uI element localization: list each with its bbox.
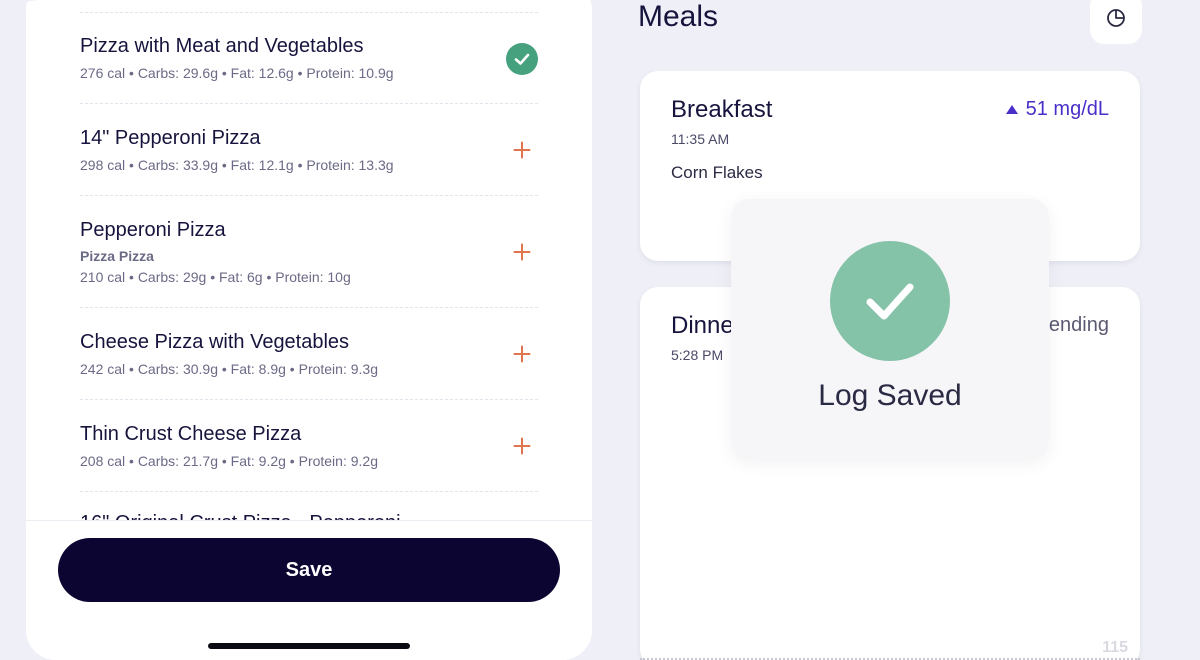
- food-macros: 298 cal • Carbs: 33.9g • Fat: 12.1g • Pr…: [80, 157, 394, 173]
- chart-axis-value: 115: [1102, 639, 1128, 656]
- food-name: Pizza with Meat and Vegetables: [80, 35, 364, 57]
- plus-icon: [513, 141, 531, 159]
- food-item[interactable]: Thin Crust Cheese Pizza 208 cal • Carbs:…: [80, 400, 538, 492]
- food-results-list[interactable]: Pizza with Meat and Vegetables 276 cal •…: [58, 0, 560, 520]
- triangle-up-icon: [1005, 105, 1018, 114]
- meal-name: Breakfast: [671, 96, 773, 123]
- add-food-button[interactable]: [510, 342, 534, 366]
- page-title: Meals: [638, 0, 719, 33]
- food-item[interactable]: 14" Pepperoni Pizza 298 cal • Carbs: 33.…: [80, 104, 538, 196]
- added-check-button[interactable]: [506, 43, 538, 75]
- food-macros: 210 cal • Carbs: 29g • Fat: 6g • Protein…: [80, 269, 351, 285]
- food-item[interactable]: Pizza with Meat and Vegetables 276 cal •…: [80, 13, 538, 104]
- toast-message: Log Saved: [818, 379, 962, 412]
- food-name: Pepperoni Pizza: [80, 219, 226, 241]
- meal-time: 11:35 AM: [671, 131, 730, 147]
- add-food-button[interactable]: [510, 434, 534, 458]
- glucose-value: 51 mg/dL: [1025, 98, 1109, 120]
- chart-button[interactable]: [1090, 0, 1142, 44]
- app-screen: Pizza with Meat and Vegetables 276 cal •…: [0, 0, 1200, 660]
- food-macros: 242 cal • Carbs: 30.9g • Fat: 8.9g • Pro…: [80, 361, 378, 377]
- log-saved-toast: Log Saved: [731, 199, 1049, 459]
- food-name: Thin Crust Cheese Pizza: [80, 423, 302, 445]
- food-item[interactable]: Cheese Pizza with Vegetables 242 cal • C…: [80, 308, 538, 400]
- food-macros: 208 cal • Carbs: 21.7g • Fat: 9.2g • Pro…: [80, 453, 378, 469]
- food-name: Cheese Pizza with Vegetables: [80, 331, 350, 353]
- plus-icon: [513, 243, 531, 261]
- home-indicator: [208, 643, 410, 649]
- check-icon: [866, 283, 914, 320]
- food-macros: 276 cal • Carbs: 29.6g • Fat: 12.6g • Pr…: [80, 65, 394, 81]
- meal-time: 5:28 PM: [671, 347, 724, 363]
- toast-check-circle: [830, 241, 950, 361]
- save-footer: Save: [26, 520, 592, 660]
- food-brand: Pizza Pizza: [80, 248, 154, 264]
- plus-icon: [513, 345, 531, 363]
- food-name: 14" Pepperoni Pizza: [80, 127, 261, 149]
- add-food-button[interactable]: [510, 138, 534, 162]
- food-name-partial[interactable]: 16" Original Crust Pizza - Pepperoni: [80, 512, 401, 520]
- glucose-reading: 51 mg/dL: [1005, 98, 1109, 121]
- pie-chart-icon: [1107, 9, 1125, 27]
- save-button[interactable]: Save: [58, 538, 560, 602]
- plus-icon: [513, 437, 531, 455]
- food-item[interactable]: Pepperoni Pizza Pizza Pizza 210 cal • Ca…: [80, 196, 538, 308]
- meal-food: Corn Flakes: [671, 163, 763, 182]
- check-icon: [514, 53, 530, 65]
- add-food-button[interactable]: [510, 240, 534, 264]
